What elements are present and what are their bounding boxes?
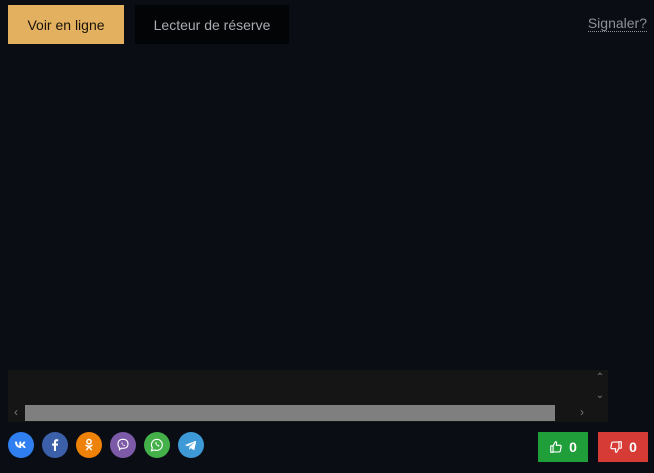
thumbs-down-icon <box>610 441 622 453</box>
facebook-icon <box>52 439 59 451</box>
horizontal-scrollbar-thumb[interactable] <box>25 405 555 421</box>
dislike-count: 0 <box>629 439 637 455</box>
telegram-icon <box>185 440 197 451</box>
vk-icon <box>15 441 26 448</box>
odnoklassniki-icon <box>85 438 93 451</box>
telegram-share-button[interactable] <box>178 432 204 458</box>
dislike-button[interactable]: 0 <box>598 432 648 462</box>
like-count: 0 <box>569 439 577 455</box>
player-tabs: Voir en ligne Lecteur de réserve <box>8 5 289 44</box>
facebook-share-button[interactable] <box>42 432 68 458</box>
like-button[interactable]: 0 <box>538 432 588 462</box>
whatsapp-icon <box>150 438 163 452</box>
social-share-bar <box>8 432 204 458</box>
tab-backup-player[interactable]: Lecteur de réserve <box>135 5 289 44</box>
vk-share-button[interactable] <box>8 432 34 458</box>
odnoklassniki-share-button[interactable] <box>76 432 102 458</box>
rating-votes: 0 0 <box>538 432 648 462</box>
whatsapp-share-button[interactable] <box>144 432 170 458</box>
video-player-area[interactable] <box>8 52 608 370</box>
tab-watch-online[interactable]: Voir en ligne <box>8 5 124 44</box>
thumbs-up-icon <box>550 441 562 453</box>
scroll-down-arrow-icon[interactable]: ⌄ <box>594 390 606 402</box>
scroll-area: ⌃ ⌄ ‹ › <box>8 370 608 422</box>
scroll-left-arrow-icon[interactable]: ‹ <box>10 406 22 418</box>
scroll-up-arrow-icon[interactable]: ⌃ <box>594 372 606 384</box>
report-link[interactable]: Signaler? <box>587 16 647 32</box>
viber-icon <box>117 438 129 451</box>
viber-share-button[interactable] <box>110 432 136 458</box>
scroll-right-arrow-icon[interactable]: › <box>576 406 588 418</box>
